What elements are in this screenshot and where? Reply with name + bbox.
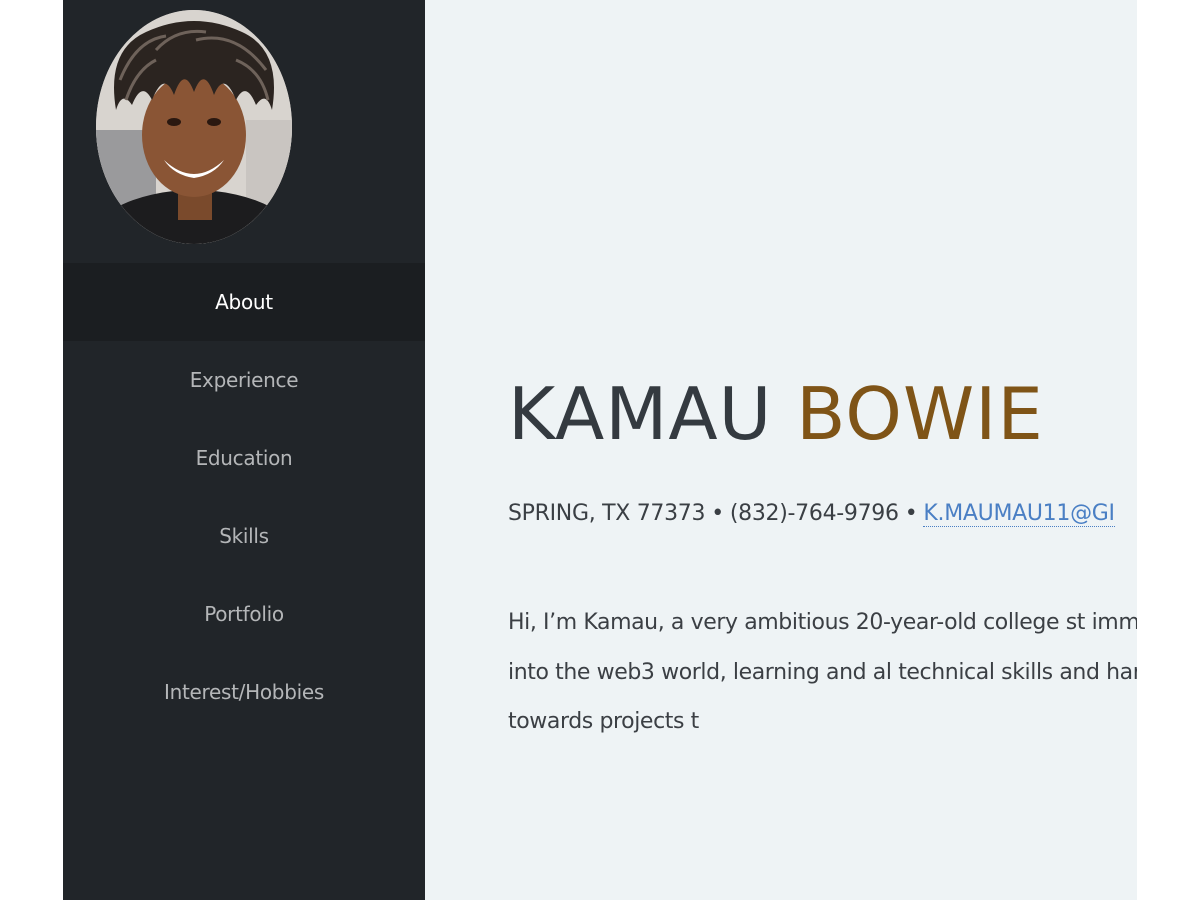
location: SPRING, TX 77373 <box>508 501 706 526</box>
bio-text: Hi, I’m Kamau, a very ambitious 20-year-… <box>508 610 1137 734</box>
profile-header <box>63 0 425 263</box>
page-title: KAMAU BOWIE <box>508 370 1044 458</box>
avatar <box>96 10 292 244</box>
sidebar-nav: About Experience Education Skills Portfo… <box>63 263 425 731</box>
nav-item-about[interactable]: About <box>63 263 425 341</box>
profile-photo <box>96 10 292 244</box>
first-name: KAMAU <box>508 372 773 456</box>
nav-item-education[interactable]: Education <box>63 419 425 497</box>
page: About Experience Education Skills Portfo… <box>63 0 1137 900</box>
separator: • <box>711 501 724 526</box>
nav-item-skills[interactable]: Skills <box>63 497 425 575</box>
nav-item-interests[interactable]: Interest/Hobbies <box>63 653 425 731</box>
nav-item-experience[interactable]: Experience <box>63 341 425 419</box>
contact-line: SPRING, TX 77373 • (832)-764-9796 • K.MAUMAU… <box>508 497 1115 531</box>
nav-item-portfolio[interactable]: Portfolio <box>63 575 425 653</box>
last-name: BOWIE <box>796 372 1044 456</box>
about-section: KAMAU BOWIE SPRING, TX 77373 • (832)-764-9… <box>425 0 1137 900</box>
separator: • <box>904 501 918 526</box>
phone-number: (832)-764-9796 <box>729 501 899 526</box>
email-link[interactable]: K.MAUMAU11@GI <box>923 501 1115 527</box>
sidebar: About Experience Education Skills Portfo… <box>63 0 425 900</box>
